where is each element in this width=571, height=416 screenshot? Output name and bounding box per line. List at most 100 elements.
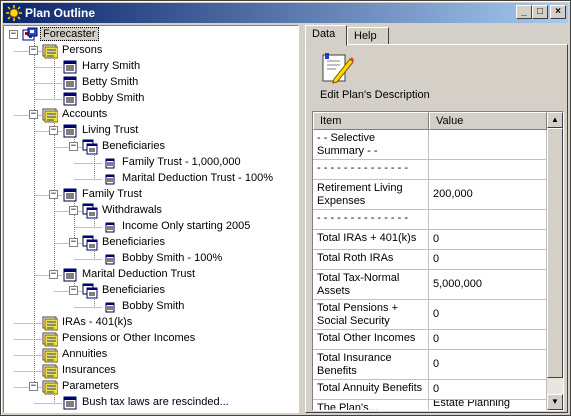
tree-node[interactable]: − Beneficiaries <box>4 235 294 251</box>
edit-description-button[interactable]: Edit Plan's Description <box>320 51 430 103</box>
close-button[interactable]: × <box>550 5 566 19</box>
grid-row[interactable]: Total IRAs + 401(k)s 0 <box>313 230 547 250</box>
tree-node[interactable]: − Family Trust <box>4 187 294 203</box>
tree-node[interactable]: Pensions or Other Incomes <box>4 331 294 347</box>
minimize-icon: _ <box>521 6 527 17</box>
collapse-icon[interactable]: − <box>49 126 58 135</box>
tree-node[interactable]: Annuities <box>4 347 294 363</box>
grid-cell-item[interactable]: Total Tax-Normal Assets <box>313 270 429 300</box>
tab-data[interactable]: Data <box>305 25 347 46</box>
grid-row[interactable]: Total Tax-Normal Assets 5,000,000 <box>313 270 547 300</box>
grid-row[interactable]: - - Selective Summary - - <box>313 130 547 160</box>
column-header-item[interactable]: Item <box>313 112 429 130</box>
grid-cell-value[interactable] <box>429 130 547 160</box>
grid-cell-item[interactable]: The Plan's... <box>313 400 429 410</box>
grid-row[interactable]: Total Annuity Benefits 0 <box>313 380 547 400</box>
grid-cell-item[interactable]: Retirement Living Expenses <box>313 180 429 210</box>
tree-node[interactable]: Family Trust - 1,000,000 <box>4 155 294 171</box>
collapse-icon[interactable]: − <box>69 206 78 215</box>
arrow-down-icon: ▼ <box>551 397 559 406</box>
tree-node[interactable]: − Living Trust <box>4 123 294 139</box>
collapse-icon[interactable]: − <box>69 286 78 295</box>
tree-node[interactable]: Bobby Smith <box>4 299 294 315</box>
grid-cell-value[interactable]: 0 <box>429 250 547 270</box>
grid-cell-value[interactable]: 5,000,000 <box>429 270 547 300</box>
grid-cell-value[interactable]: 0 <box>429 350 547 380</box>
tree-node[interactable]: − Withdrawals <box>4 203 294 219</box>
panel-splitter[interactable] <box>300 25 304 415</box>
tree-node[interactable]: Betty Smith <box>4 75 294 91</box>
tab-help[interactable]: Help <box>347 27 389 45</box>
tree-node[interactable]: Bobby Smith <box>4 91 294 107</box>
collapse-icon[interactable]: − <box>69 238 78 247</box>
scroll-up-button[interactable]: ▲ <box>547 112 563 128</box>
tree-node[interactable]: − Beneficiaries <box>4 139 294 155</box>
tab-label: Help <box>354 30 377 42</box>
edit-description-label: Edit Plan's Description <box>320 89 430 101</box>
tree-node[interactable]: Marital Deduction Trust - 100% <box>4 171 294 187</box>
tree-node[interactable]: Harry Smith <box>4 59 294 75</box>
item-icon <box>105 302 115 313</box>
column-header-value[interactable]: Value <box>429 112 547 130</box>
grid-cell-value[interactable]: 0 <box>429 300 547 330</box>
grid-cell-item[interactable]: Total Roth IRAs <box>313 250 429 270</box>
grid-cell-value[interactable]: 0 <box>429 230 547 250</box>
grid-row[interactable]: Total Pensions + Social Security 0 <box>313 300 547 330</box>
tree-node[interactable]: − Beneficiaries <box>4 283 294 299</box>
minimize-button[interactable]: _ <box>516 5 532 19</box>
collapse-icon[interactable]: − <box>49 190 58 199</box>
tree-node[interactable]: Insurances <box>4 363 294 379</box>
collapse-icon[interactable]: − <box>29 382 38 391</box>
tree-node[interactable]: Income Only starting 2005 <box>4 219 294 235</box>
grid-cell-value[interactable]: 200,000 <box>429 180 547 210</box>
tree-node[interactable]: − Forecaster <box>4 27 294 43</box>
tree-node[interactable]: IRAs - 401(k)s <box>4 315 294 331</box>
tree-node[interactable]: − Parameters <box>4 379 294 395</box>
tree-node-label: IRAs - 401(k)s <box>62 316 133 328</box>
grid-cell-item[interactable]: Total IRAs + 401(k)s <box>313 230 429 250</box>
plan-outline-tree[interactable]: − Forecaster − Persons Harry Smith Betty Smit… <box>3 25 299 413</box>
grid-cell-item[interactable]: - - Selective Summary - - <box>313 130 429 160</box>
grid-cell-value[interactable]: Estate Planning With... <box>429 400 547 410</box>
sun-app-icon <box>6 5 22 21</box>
scrollbar-thumb[interactable] <box>547 128 563 378</box>
tree-node[interactable]: − Persons <box>4 43 294 59</box>
collapse-icon[interactable]: − <box>49 270 58 279</box>
grid-row[interactable]: The Plan's...Estate Planning With... <box>313 400 547 410</box>
maximize-button[interactable]: □ <box>532 5 548 19</box>
tree-node-label: Annuities <box>62 348 108 360</box>
grid-cell-item[interactable]: - - - - - - - - - - - - - - <box>313 210 429 230</box>
grid-cell-value[interactable] <box>429 210 547 230</box>
tree-node[interactable]: Bobby Smith - 100% <box>4 251 294 267</box>
tree-node[interactable]: Bush tax laws are rescinded... <box>4 395 294 411</box>
grid-cell-item[interactable]: Total Annuity Benefits <box>313 380 429 400</box>
tree-node-label: Income Only starting 2005 <box>122 220 251 232</box>
grid-cell-item[interactable]: Total Other Incomes <box>313 330 429 350</box>
tree-node[interactable]: − Accounts <box>4 107 294 123</box>
grid-cell-value[interactable]: 0 <box>429 330 547 350</box>
grid-cell-item[interactable]: Total Pensions + Social Security <box>313 300 429 330</box>
collapse-icon[interactable]: − <box>69 142 78 151</box>
tree-node-label: Harry Smith <box>82 60 141 72</box>
tree-node-label: Marital Deduction Trust <box>82 268 196 280</box>
grid-cell-item[interactable]: - - - - - - - - - - - - - - <box>313 160 429 180</box>
grid-cell-item[interactable]: Total Insurance Benefits <box>313 350 429 380</box>
tree-node-label: Living Trust <box>82 124 139 136</box>
tree-node[interactable]: − Marital Deduction Trust <box>4 267 294 283</box>
grid-cell-value[interactable]: 0 <box>429 380 547 400</box>
grid-row[interactable]: Total Insurance Benefits 0 <box>313 350 547 380</box>
collapse-icon[interactable]: − <box>29 46 38 55</box>
folder-icon <box>42 364 58 379</box>
grid-row[interactable]: - - - - - - - - - - - - - - <box>313 160 547 180</box>
grid-row[interactable]: Total Other Incomes 0 <box>313 330 547 350</box>
title-bar[interactable]: Plan Outline _ □ × <box>3 3 568 23</box>
grid-row[interactable]: - - - - - - - - - - - - - - <box>313 210 547 230</box>
grid-row[interactable]: Retirement Living Expenses 200,000 <box>313 180 547 210</box>
tab-label: Data <box>312 28 336 40</box>
scroll-down-button[interactable]: ▼ <box>547 394 563 410</box>
vertical-scrollbar[interactable]: ▲ ▼ <box>547 112 563 410</box>
grid-cell-value[interactable] <box>429 160 547 180</box>
collapse-icon[interactable]: − <box>9 30 18 39</box>
collapse-icon[interactable]: − <box>29 110 38 119</box>
grid-row[interactable]: Total Roth IRAs 0 <box>313 250 547 270</box>
